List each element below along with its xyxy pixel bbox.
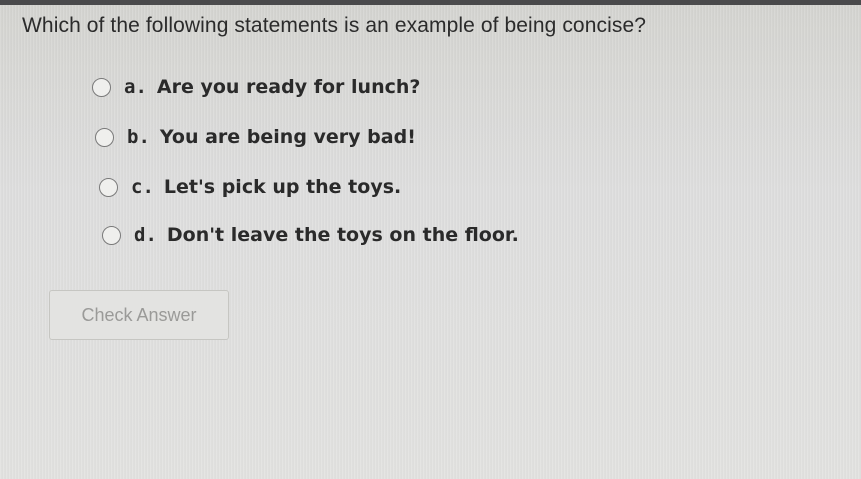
radio-a[interactable] [92,77,111,97]
radio-b[interactable] [95,127,114,147]
option-b-letter: b. [127,126,150,148]
option-a-letter: a. [124,76,147,98]
option-a[interactable]: a. Are you ready for lunch? [92,76,420,98]
top-bar [0,0,861,5]
option-b[interactable]: b. You are being very bad! [95,126,416,148]
option-c-text: Let's pick up the toys. [163,176,402,198]
option-c[interactable]: c. Let's pick up the toys. [99,176,401,198]
radio-d[interactable] [102,225,121,245]
option-b-text: You are being very bad! [159,126,416,148]
check-answer-button[interactable]: Check Answer [49,290,229,340]
question-text: Which of the following statements is an … [22,14,646,37]
option-d-text: Don't leave the toys on the floor. [166,224,519,246]
option-d[interactable]: d. Don't leave the toys on the floor. [102,224,519,246]
radio-c[interactable] [99,177,118,197]
option-a-text: Are you ready for lunch? [156,76,421,98]
option-c-letter: c. [131,176,154,198]
option-d-letter: d. [134,224,157,246]
